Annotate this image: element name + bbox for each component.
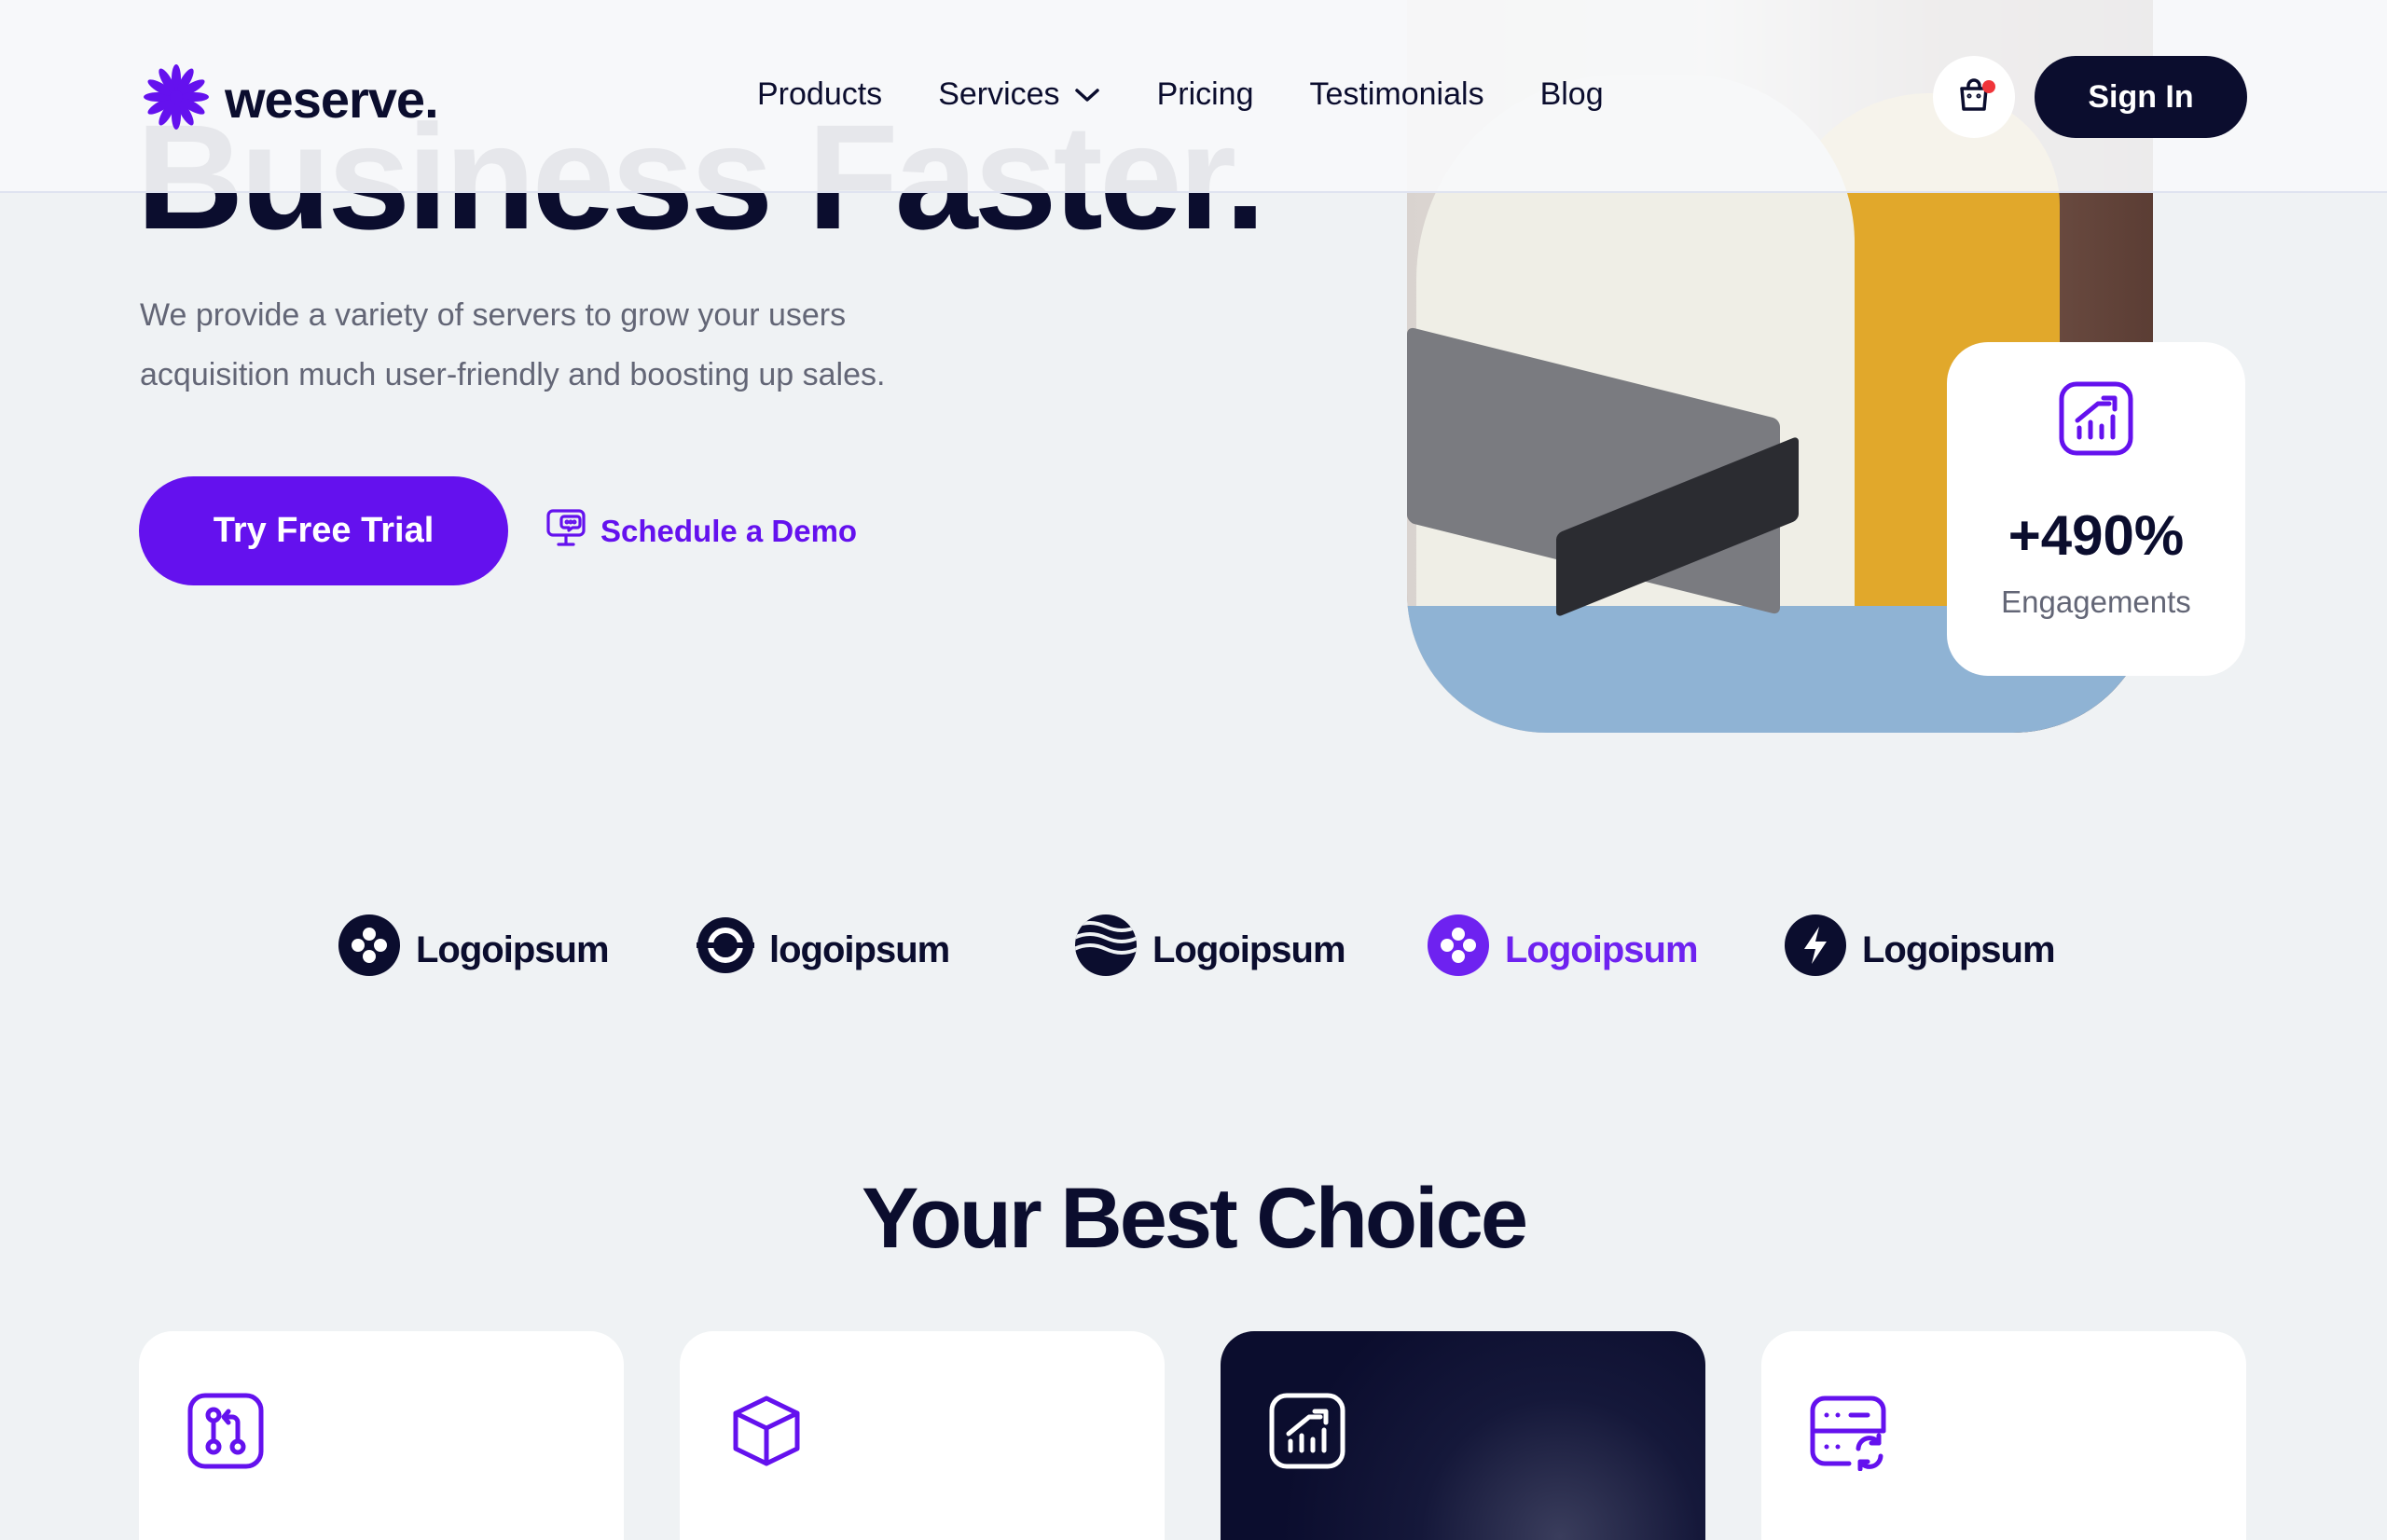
stat-value: +490% bbox=[2008, 504, 2185, 567]
schedule-demo-link[interactable]: Schedule a Demo bbox=[545, 503, 857, 559]
partner-logo: Logoipsum bbox=[1074, 914, 1346, 986]
notification-dot bbox=[1982, 80, 1995, 93]
brand-name: weserve. bbox=[225, 70, 439, 129]
site-header: weserve. Products Services Pricing Testi… bbox=[0, 0, 2387, 193]
schedule-demo-label: Schedule a Demo bbox=[600, 514, 858, 548]
clover-icon bbox=[338, 914, 401, 986]
server-sync-icon bbox=[1808, 1391, 1888, 1476]
feature-card-active[interactable] bbox=[1221, 1331, 1705, 1540]
partner-logo: Logoipsum bbox=[1427, 914, 1699, 986]
cube-icon bbox=[726, 1391, 807, 1476]
nav-label: Blog bbox=[1539, 76, 1604, 112]
hero-subtitle-line: We provide a variety of servers to grow … bbox=[140, 297, 847, 333]
cart-button[interactable] bbox=[1933, 56, 2015, 138]
flower-logo-icon bbox=[141, 62, 212, 137]
partner-logo-name: Logoipsum bbox=[1152, 928, 1346, 970]
landing-page: Business Faster. We provide a variety of… bbox=[0, 0, 2387, 1540]
nav-label: Testimonials bbox=[1309, 76, 1484, 112]
nav-label: Products bbox=[757, 76, 883, 112]
nav-label: Services bbox=[938, 76, 1060, 112]
nav-products[interactable]: Products bbox=[757, 76, 882, 113]
nav-label: Pricing bbox=[1156, 76, 1254, 112]
section-title: Your Best Choice bbox=[862, 1171, 1528, 1266]
engagement-stat-card: +490% Engagements bbox=[1947, 342, 2245, 676]
stat-label: Engagements bbox=[2001, 584, 2191, 619]
git-pull-request-icon bbox=[186, 1391, 266, 1476]
partner-logo: Logoipsum bbox=[1784, 914, 2056, 986]
partner-logo-name: Logoipsum bbox=[416, 928, 610, 970]
brand-logo[interactable]: weserve. bbox=[141, 62, 439, 137]
nav-services[interactable]: Services bbox=[938, 76, 1100, 113]
feature-card[interactable] bbox=[139, 1331, 624, 1540]
bolt-icon bbox=[1784, 914, 1847, 986]
try-free-trial-button[interactable]: Try Free Trial bbox=[139, 476, 508, 585]
partner-logo: logoipsum bbox=[697, 915, 950, 984]
nav-blog[interactable]: Blog bbox=[1540, 76, 1604, 113]
feature-card[interactable] bbox=[1761, 1331, 2246, 1540]
partner-logo-name: Logoipsum bbox=[1862, 928, 2056, 970]
hero-subtitle: We provide a variety of servers to grow … bbox=[140, 285, 1007, 405]
partner-logo: Logoipsum bbox=[338, 914, 610, 986]
ring-icon bbox=[697, 916, 754, 983]
hero-subtitle-line: acquisition much user-friendly and boost… bbox=[140, 357, 886, 392]
chart-growth-icon bbox=[2057, 379, 2135, 462]
sign-in-button[interactable]: Sign In bbox=[2035, 56, 2247, 138]
partner-logo-name: logoipsum bbox=[769, 928, 950, 970]
main-nav: Products Services Pricing Testimonials B… bbox=[757, 76, 1660, 113]
waves-icon bbox=[1074, 914, 1138, 986]
feature-card[interactable] bbox=[680, 1331, 1165, 1540]
partner-logo-name: Logoipsum bbox=[1505, 928, 1699, 970]
chart-growth-icon bbox=[1267, 1391, 1347, 1476]
chevron-down-icon bbox=[1073, 76, 1101, 113]
nav-pricing[interactable]: Pricing bbox=[1157, 76, 1254, 113]
presentation-chat-icon bbox=[545, 506, 587, 557]
clover-icon bbox=[1427, 914, 1490, 986]
partner-logos: Logoipsum logoipsum Logoipsum Logoipsum … bbox=[0, 914, 2387, 986]
nav-testimonials[interactable]: Testimonials bbox=[1310, 76, 1484, 113]
